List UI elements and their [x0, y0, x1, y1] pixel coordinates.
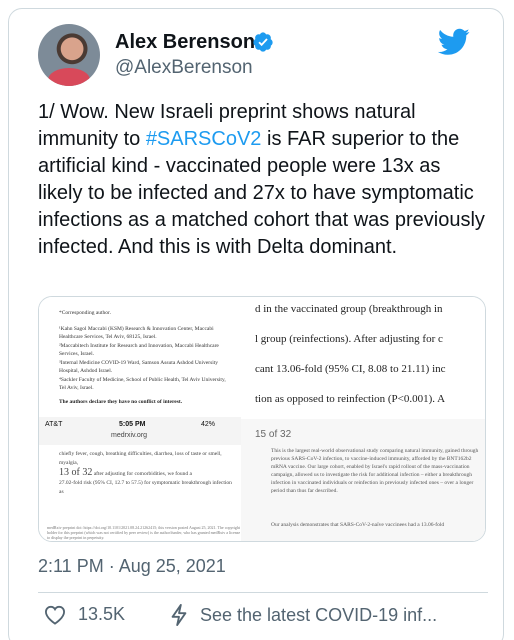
status-battery: 42% — [201, 421, 216, 428]
twitter-bird-icon[interactable] — [438, 28, 470, 56]
page-indicator: 15 of 32 — [255, 429, 292, 440]
doc-text: 27.02-fold risk (95% CI, 12.7 to 57.5) f… — [59, 480, 232, 495]
status-url: medrxiv.org — [111, 432, 148, 439]
divider — [38, 592, 488, 593]
doc-text: ²Maccabitech Institute for Research and … — [59, 343, 219, 357]
tweet-text: 1/ Wow. New Israeli preprint shows natur… — [38, 99, 488, 261]
status-time: 5:05 PM — [119, 421, 146, 428]
phone-status-bar: AT&T 5:05 PM 42% medrxiv.org — [39, 417, 241, 445]
page-indicator: 13 of 32 — [59, 467, 93, 478]
doc-text: This is the largest real-world observati… — [271, 448, 479, 494]
tweet-media-image[interactable]: *Corresponding author. ¹Kahn Sagol Macca… — [38, 296, 486, 542]
doc-line: d in the vaccinated group (breakthrough … — [255, 303, 443, 315]
doc-text: after adjusting for comorbidities, we fo… — [93, 471, 192, 477]
verified-badge-icon — [253, 32, 273, 52]
doc-text: chiefly fever, cough, breathing difficul… — [59, 451, 222, 466]
author-handle[interactable]: @AlexBerenson — [115, 56, 253, 80]
doc-text: ⁴Sackler Faculty of Medicine, School of … — [59, 377, 226, 391]
doc-line: l group (reinfections). After adjusting … — [255, 333, 443, 345]
doc-text: ¹Kahn Sagol Maccabi (KSM) Research & Inn… — [59, 326, 214, 340]
doc-line: cant 13.06-fold (95% CI, 8.08 to 21.11) … — [255, 363, 446, 375]
doc-footnote: medRxiv preprint doi: https://doi.org/10… — [47, 525, 241, 540]
status-carrier: AT&T — [45, 421, 63, 428]
like-count: 13.5K — [78, 604, 126, 624]
preprint-right-page: d in the vaccinated group (breakthrough … — [241, 297, 485, 541]
doc-text: The authors declare they have no conflic… — [59, 399, 183, 405]
lightning-icon — [171, 604, 187, 626]
author-name[interactable]: Alex Berenson — [115, 30, 255, 54]
hashtag-link[interactable]: #SARSCoV2 — [146, 128, 262, 150]
like-button[interactable]: 13.5K — [44, 604, 125, 625]
covid-info-label: See the latest COVID-19 inf... — [200, 604, 438, 625]
doc-text: *Corresponding author. — [59, 310, 111, 316]
doc-text: Our analysis demonstrates that SARS-CoV-… — [271, 522, 445, 528]
heart-icon — [44, 605, 66, 625]
tweet-timestamp[interactable]: 2:11 PM · Aug 25, 2021 — [38, 556, 226, 577]
doc-text: ³Internal Medicine COVID-19 Ward, Samson… — [59, 360, 219, 374]
preprint-left-lower: chiefly fever, cough, breathing difficul… — [59, 450, 237, 497]
covid-info-link[interactable]: See the latest COVID-19 inf... — [170, 604, 480, 626]
doc-line: tion as opposed to reinfection (P<0.001)… — [255, 393, 446, 405]
avatar[interactable] — [38, 24, 100, 86]
